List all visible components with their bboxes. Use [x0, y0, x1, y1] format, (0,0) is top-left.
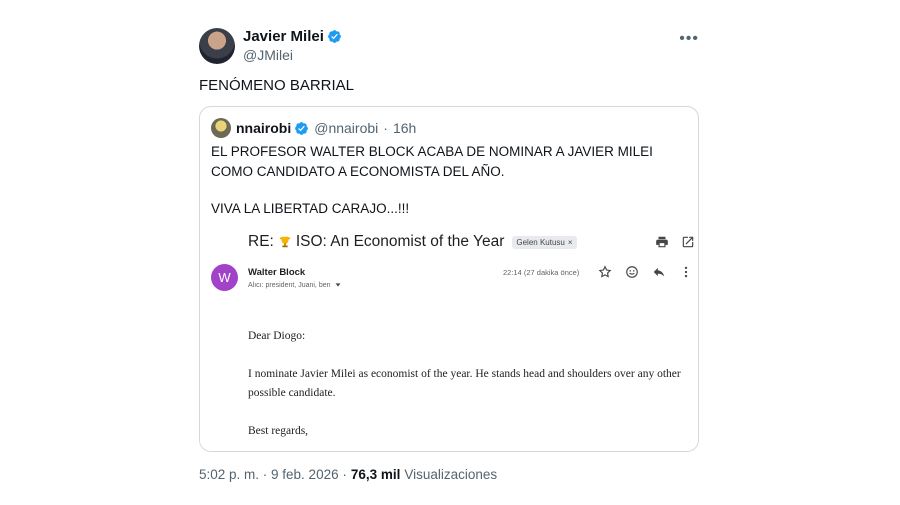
inbox-label-chip: Gelen Kutusu ×: [512, 235, 577, 249]
caret-down-icon: [335, 283, 340, 287]
quoted-tweet-text: EL PROFESOR WALTER BLOCK ACABA DE NOMINA…: [211, 142, 691, 236]
trophy-icon: [279, 236, 291, 248]
open-in-new-icon: [682, 236, 694, 248]
close-icon: ×: [567, 237, 573, 247]
subject-text: ISO: An Economist of the Year: [295, 233, 505, 250]
emoji-icon: [626, 266, 638, 278]
tweet-header: Javier Milei @JMilei •••: [199, 24, 701, 64]
reply-icon: [653, 267, 665, 277]
tweet-timestamp[interactable]: 5:02 p. m. · 9 feb. 2026 ·: [199, 467, 347, 482]
author-handle[interactable]: @JMilei: [243, 47, 342, 63]
author-avatar[interactable]: [199, 28, 235, 64]
quoted-paragraph: VIVA LA LIBERTAD CARAJO...!!!: [211, 201, 410, 216]
more-horizontal-icon[interactable]: •••: [679, 30, 699, 48]
email-actions: [598, 265, 693, 279]
star-icon: [598, 265, 612, 278]
quoted-author-handle: @nnairobi: [314, 120, 379, 136]
tweet: Javier Milei @JMilei ••• FENÓMENO BARRIA…: [199, 24, 701, 482]
recipients-text: Alıcı: president, Juani, ben: [248, 281, 331, 289]
email-subject: RE: ISO: An Economist of the Year Gelen …: [248, 233, 577, 251]
letter-closing: Best regards,: [248, 425, 309, 437]
quoted-paragraph: EL PROFESOR WALTER BLOCK ACABA DE NOMINA…: [211, 144, 653, 179]
views-count: 76,3 mil: [350, 467, 401, 482]
meta-separator: ·: [383, 120, 388, 136]
views-label: Visualizaciones: [404, 467, 498, 482]
email-top-actions: [655, 235, 695, 249]
quoted-tweet-time: 16h: [392, 120, 417, 136]
quoted-tweet-header: nnairobi @nnairobi · 16h: [211, 118, 416, 138]
sender-name: Walter Block: [248, 267, 306, 278]
email-screenshot: RE: ISO: An Economist of the Year Gelen …: [200, 230, 698, 451]
subject-prefix: RE:: [248, 233, 274, 250]
quoted-tweet[interactable]: nnairobi @nnairobi · 16h EL PROFESOR WAL…: [199, 106, 699, 452]
letter-body: I nominate Javier Milei as economist of …: [248, 368, 681, 399]
author-name[interactable]: Javier Milei: [243, 28, 324, 45]
author-name-row[interactable]: Javier Milei: [243, 28, 342, 45]
letter-greeting: Dear Diogo:: [248, 330, 306, 342]
verified-badge-icon: [327, 30, 341, 43]
email-body: Dear Diogo: I nominate Javier Milei as e…: [248, 327, 688, 451]
quoted-author-avatar: [211, 118, 231, 138]
email-recipients: Alıcı: president, Juani, ben: [248, 281, 342, 289]
inbox-label-text: Gelen Kutusu: [516, 237, 565, 247]
email-time: 22:14 (27 dakika önce): [503, 268, 580, 277]
more-vertical-icon: [684, 266, 688, 278]
print-icon: [656, 236, 668, 248]
verified-badge-icon: [295, 121, 309, 135]
tweet-text: FENÓMENO BARRIAL: [199, 77, 355, 94]
author-info: Javier Milei @JMilei: [243, 28, 342, 63]
quoted-author-name: nnairobi: [236, 120, 292, 136]
sender-avatar: W: [211, 264, 238, 291]
tweet-footer: 5:02 p. m. · 9 feb. 2026 · 76,3 mil Visu…: [199, 467, 497, 482]
